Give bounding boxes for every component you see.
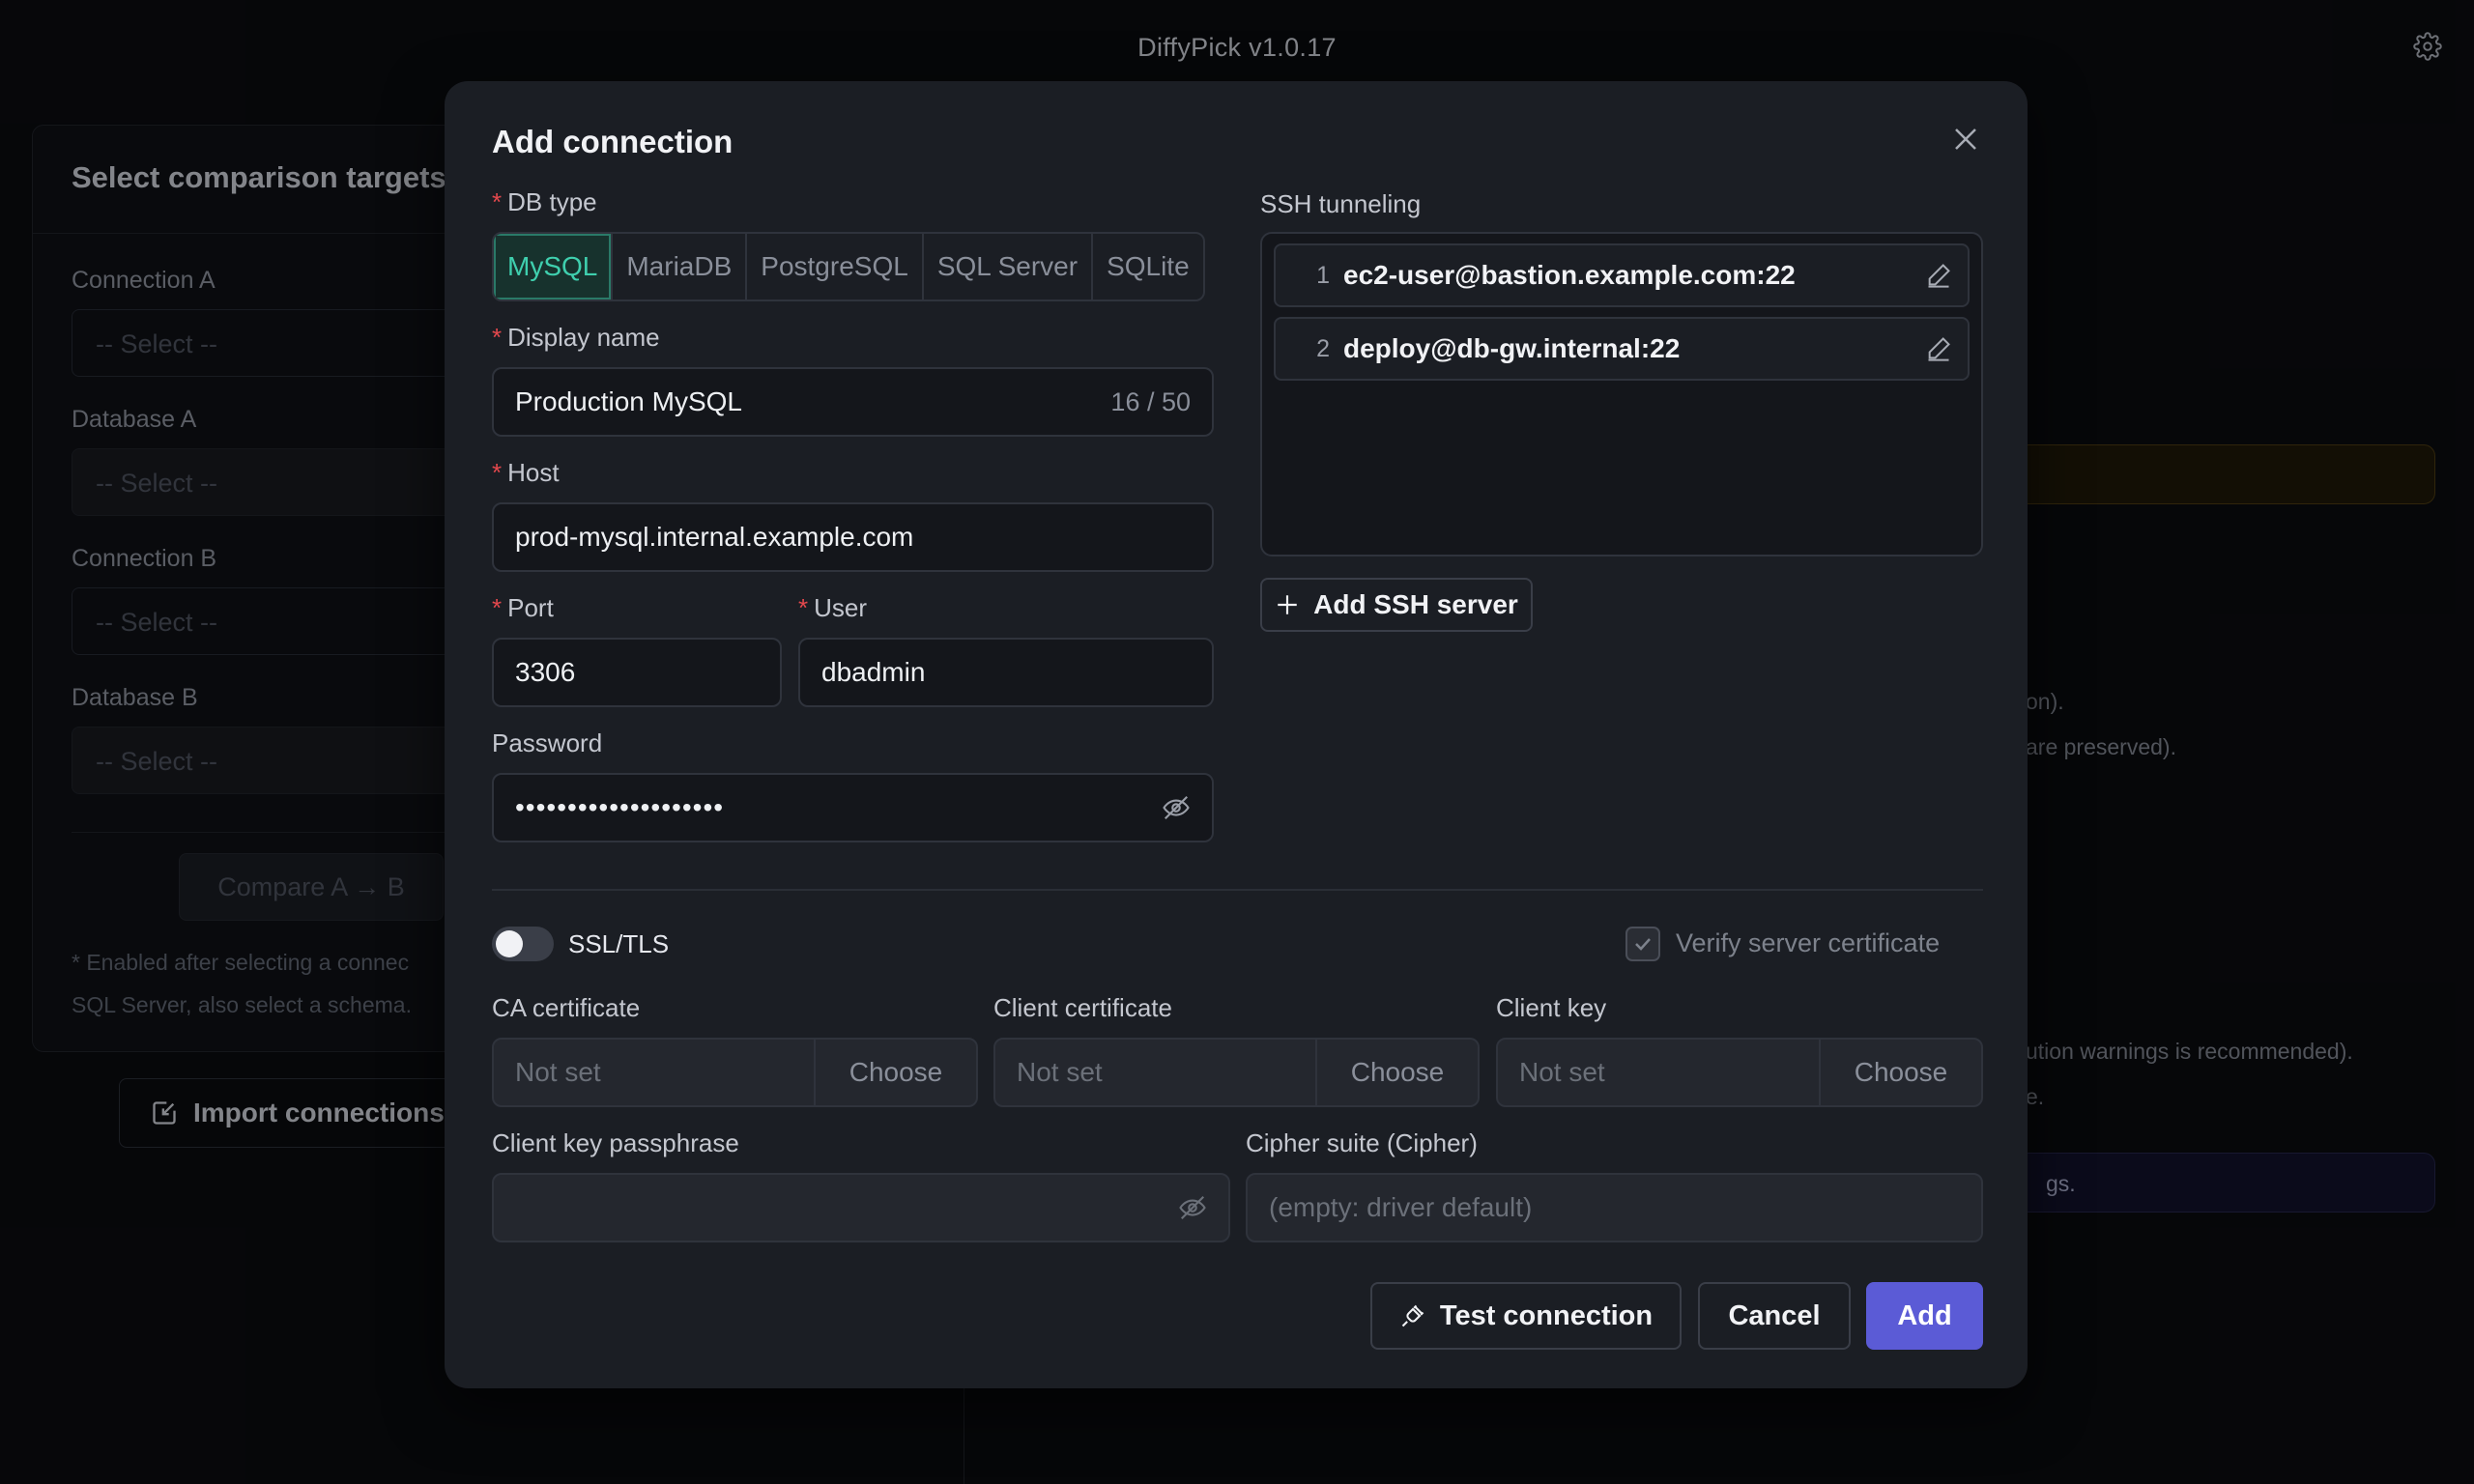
ssl-label: SSL/TLS <box>568 929 670 958</box>
close-icon <box>1955 128 1976 150</box>
display-name-label: * Display name <box>492 323 660 352</box>
eye-off-icon <box>1163 795 1190 820</box>
user-value: dbadmin <box>821 657 926 687</box>
display-name-value: Production MySQL <box>515 386 742 416</box>
character-counter: 16 / 50 <box>1110 386 1191 416</box>
close-button[interactable] <box>1944 118 1987 160</box>
verify-certificate-label: Verify server certificate <box>1676 928 1941 957</box>
verify-certificate-checkbox[interactable] <box>1625 927 1660 961</box>
choose-client-certificate-button[interactable]: Choose <box>1315 1040 1478 1105</box>
ssh-server-item[interactable]: 2 deploy@db-gw.internal:22 <box>1274 317 1970 381</box>
ssh-server-item[interactable]: 1 ec2-user@bastion.example.com:22 <box>1274 243 1970 307</box>
ca-certificate-label: CA certificate <box>492 993 641 1022</box>
test-connection-label: Test connection <box>1439 1299 1654 1331</box>
passphrase-label: Client key passphrase <box>492 1128 739 1157</box>
check-icon <box>1635 938 1651 951</box>
client-key-input: Not set Choose <box>1496 1038 1983 1107</box>
client-certificate-input: Not set Choose <box>993 1038 1480 1107</box>
edit-icon <box>1928 264 1950 288</box>
ssh-tunneling-label: SSH tunneling <box>1260 189 1422 218</box>
plus-icon <box>1278 595 1297 614</box>
plug-icon <box>1401 1304 1424 1327</box>
dialog-title: Add connection <box>492 124 734 159</box>
password-label: Password <box>492 728 603 757</box>
add-connection-dialog: Add connection * DB type MySQL MariaDB Po… <box>445 81 2028 1388</box>
user-input[interactable]: dbadmin <box>798 638 1214 707</box>
eye-off-icon <box>1179 1195 1206 1220</box>
ssl-toggle[interactable] <box>492 927 554 961</box>
host-value: prod-mysql.internal.example.com <box>515 522 914 552</box>
db-type-selector: MySQL MariaDB PostgreSQL SQL Server SQLi… <box>492 232 1205 301</box>
cipher-label: Cipher suite (Cipher) <box>1246 1128 1478 1157</box>
ssh-server-address: ec2-user@bastion.example.com:22 <box>1343 260 1796 290</box>
edit-ssh-server-button[interactable] <box>1910 262 1968 289</box>
ca-certificate-value: Not set <box>515 1057 601 1087</box>
client-certificate-label: Client certificate <box>993 993 1172 1022</box>
db-type-label: * DB type <box>492 187 597 216</box>
port-value: 3306 <box>515 657 576 687</box>
passphrase-input[interactable] <box>492 1173 1230 1242</box>
toggle-passphrase-visibility[interactable] <box>1178 1193 1207 1222</box>
db-type-postgresql[interactable]: PostgreSQL <box>747 234 924 300</box>
port-label: * Port <box>492 593 554 622</box>
toggle-knob <box>496 930 523 957</box>
user-label: * User <box>798 593 868 622</box>
toggle-password-visibility[interactable] <box>1162 793 1191 822</box>
db-type-sqlite[interactable]: SQLite <box>1093 234 1203 300</box>
add-ssh-server-label: Add SSH server <box>1313 589 1518 619</box>
host-label: * Host <box>492 458 560 487</box>
app-window: DiffyPick v1.0.17 Select comparison targ… <box>0 0 2474 1484</box>
edit-ssh-server-button[interactable] <box>1910 335 1968 362</box>
cancel-button[interactable]: Cancel <box>1698 1282 1851 1350</box>
section-divider <box>492 889 1983 891</box>
test-connection-button[interactable]: Test connection <box>1370 1282 1682 1350</box>
cipher-input[interactable]: (empty: driver default) <box>1246 1173 1983 1242</box>
db-type-sqlserver[interactable]: SQL Server <box>924 234 1094 300</box>
client-key-value: Not set <box>1519 1057 1605 1087</box>
password-value: •••••••••••••••••••• <box>515 792 725 822</box>
cipher-placeholder: (empty: driver default) <box>1269 1192 1533 1222</box>
host-input[interactable]: prod-mysql.internal.example.com <box>492 502 1214 572</box>
port-input[interactable]: 3306 <box>492 638 782 707</box>
choose-ca-certificate-button[interactable]: Choose <box>814 1040 976 1105</box>
ssh-server-index: 2 <box>1316 334 1330 362</box>
db-type-mysql[interactable]: MySQL <box>494 234 614 300</box>
edit-icon <box>1928 337 1950 361</box>
display-name-input[interactable]: Production MySQL 16 / 50 <box>492 367 1214 437</box>
client-key-label: Client key <box>1496 993 1607 1022</box>
choose-client-key-button[interactable]: Choose <box>1819 1040 1981 1105</box>
password-input[interactable]: •••••••••••••••••••• <box>492 773 1214 842</box>
ssh-server-index: 1 <box>1316 261 1330 289</box>
ssh-server-list: 1 ec2-user@bastion.example.com:22 2 depl… <box>1260 232 1983 556</box>
db-type-mariadb[interactable]: MariaDB <box>613 234 748 300</box>
ssh-server-address: deploy@db-gw.internal:22 <box>1343 333 1681 363</box>
add-button[interactable]: Add <box>1866 1282 1983 1350</box>
client-certificate-value: Not set <box>1017 1057 1103 1087</box>
add-ssh-server-button[interactable]: Add SSH server <box>1260 578 1533 632</box>
ca-certificate-input: Not set Choose <box>492 1038 978 1107</box>
